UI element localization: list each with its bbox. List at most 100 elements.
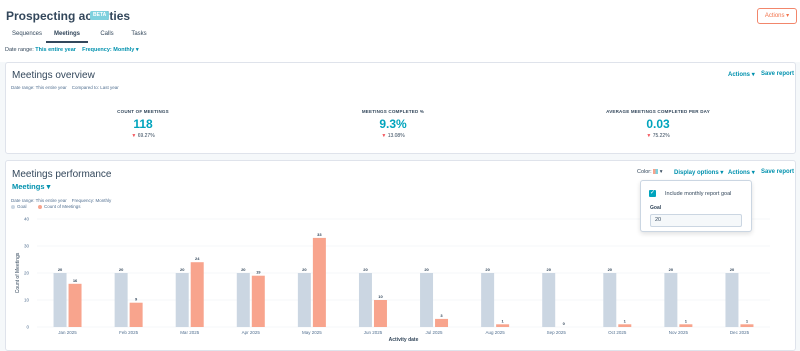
data-label: 0 (563, 321, 566, 326)
display-options-label: Display options (674, 170, 719, 176)
x-tick-label: Oct 2025 (608, 330, 627, 335)
meetings-bar (679, 324, 693, 327)
kpi-change: ▼ 69.27% (68, 133, 218, 139)
meetings-overview-card: Meetings overview Actions ▾ Save report … (5, 62, 796, 154)
data-label: 20 (241, 267, 246, 272)
goal-input[interactable]: 20 (650, 214, 742, 227)
x-tick-label: Feb 2025 (119, 330, 139, 335)
goal-bar (664, 273, 678, 327)
kpi-meetings-completed: MEETINGS COMPLETED % 9.3% ▼ 13.08% (318, 109, 468, 139)
x-tick-label: May 2025 (302, 330, 322, 335)
tab-meetings[interactable]: Meetings (46, 27, 88, 43)
y-tick-label: 10 (24, 298, 30, 303)
x-tick-label: Apr 2025 (242, 330, 261, 335)
meetings-bar (618, 324, 632, 327)
goal-bar (420, 273, 434, 327)
header-actions-button[interactable]: Actions ▾ (757, 8, 797, 24)
x-tick-label: Sep 2025 (547, 330, 567, 335)
x-tick-label: Jan 2025 (58, 330, 77, 335)
meetings-bar (496, 324, 510, 327)
kpi-change: ▼ 75.22% (583, 133, 733, 139)
data-label: 20 (669, 267, 674, 272)
goal-bar (53, 273, 67, 327)
data-label: 20 (730, 267, 735, 272)
include-goal-label: Include monthly report goal (665, 191, 732, 197)
chevron-down-icon: ▾ (751, 72, 755, 78)
legend-goal: Goal (11, 204, 27, 209)
y-axis-label: Count of Meetings (15, 252, 21, 293)
x-tick-label: Jun 2025 (364, 330, 383, 335)
display-options-button[interactable]: Display options ▾ (674, 169, 723, 176)
kpi-change: ▼ 13.08% (318, 133, 468, 139)
x-tick-label: Mar 2025 (180, 330, 200, 335)
data-label: 9 (135, 297, 138, 302)
performance-save-report-link[interactable]: Save report (761, 169, 794, 175)
page-title: Prospecting activities (6, 9, 131, 23)
x-tick-label: Jul 2025 (426, 330, 444, 335)
data-label: 24 (195, 256, 200, 261)
data-label: 20 (546, 267, 551, 272)
performance-date-range: Date range: This entire year (11, 198, 67, 203)
kpi-value: 118 (133, 117, 153, 131)
kpi-label: COUNT OF MEETINGS (117, 109, 169, 114)
goal-bar (542, 273, 556, 327)
meetings-bar (373, 300, 387, 327)
goal-bar (236, 273, 250, 327)
overview-actions-button[interactable]: Actions ▾ (728, 71, 755, 78)
chevron-down-icon: ▾ (46, 182, 51, 191)
data-label: 33 (317, 232, 322, 237)
data-label: 20 (302, 267, 307, 272)
goal-label: Goal (650, 205, 662, 211)
down-arrow-icon: ▼ (646, 133, 652, 139)
include-goal-checkbox[interactable]: ✓ (649, 190, 656, 197)
y-tick-label: 20 (24, 271, 30, 276)
x-tick-label: Aug 2025 (485, 330, 505, 335)
performance-actions-label: Actions (728, 170, 751, 176)
legend-meetings-label: Count of Meetings (44, 204, 81, 209)
chevron-down-icon: ▾ (135, 47, 139, 53)
data-label: 10 (378, 294, 383, 299)
date-range-filter[interactable]: This entire year (35, 47, 76, 53)
color-picker[interactable]: Color: ▾ (637, 169, 663, 175)
performance-actions-button[interactable]: Actions ▾ (728, 169, 755, 176)
goal-bar (603, 273, 617, 327)
metric-select-label: Meetings (12, 182, 45, 191)
display-options-popover: ✓ Include monthly report goal Goal 20 (640, 180, 752, 232)
legend-swatch-meetings (38, 204, 42, 209)
kpi-change-value: 69.27% (137, 133, 155, 139)
palette-icon (653, 169, 659, 175)
data-label: 1 (502, 318, 505, 323)
tab-calls[interactable]: Calls (96, 27, 118, 43)
meetings-bar (190, 262, 204, 327)
goal-bar (358, 273, 372, 327)
tab-tasks[interactable]: Tasks (126, 27, 152, 43)
kpi-label: AVERAGE MEETINGS COMPLETED PER DAY (606, 109, 710, 114)
performance-frequency: Frequency: Monthly (71, 198, 112, 203)
legend-count-of-meetings: Count of Meetings (38, 204, 81, 209)
overview-compare: Compared to: Last year (71, 85, 119, 90)
meetings-bar (251, 275, 265, 327)
data-label: 1 (624, 318, 627, 323)
date-range-label: Date range: (5, 47, 34, 53)
meetings-bar (312, 237, 326, 327)
kpi-change-value: 13.08% (387, 133, 405, 139)
frequency-label: Frequency: (82, 47, 112, 53)
overview-date-range: Date range: This entire year (11, 85, 67, 90)
chevron-down-icon: ▾ (786, 13, 790, 19)
performance-title: Meetings performance (12, 169, 112, 180)
kpi-label: MEETINGS COMPLETED % (361, 109, 425, 114)
goal-bar (725, 273, 739, 327)
data-label: 20 (180, 267, 185, 272)
x-axis-label: Activity date (389, 337, 419, 343)
metric-select[interactable]: Meetings ▾ (12, 182, 50, 191)
kpi-average-per-day: AVERAGE MEETINGS COMPLETED PER DAY 0.03 … (583, 109, 733, 139)
kpi-value: 9.3% (379, 117, 407, 131)
performance-meta: Date range: This entire year Frequency: … (11, 198, 111, 203)
overview-meta: Date range: This entire year Compared to… (11, 85, 119, 90)
data-label: 16 (73, 278, 78, 283)
overview-save-report-link[interactable]: Save report (761, 71, 794, 77)
meetings-bar (68, 283, 82, 327)
legend-swatch-goal (11, 204, 15, 209)
tab-sequences[interactable]: Sequences (8, 27, 46, 43)
frequency-filter[interactable]: Monthly (113, 47, 134, 53)
